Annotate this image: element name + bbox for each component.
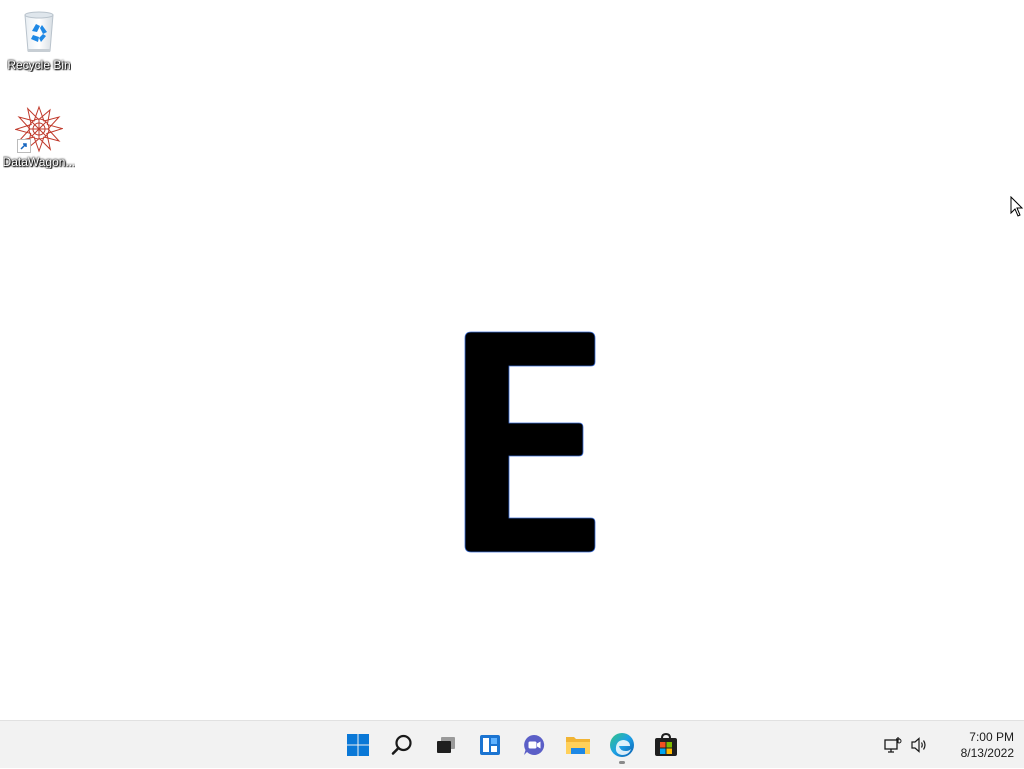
center-letter-e <box>463 330 597 554</box>
task-view-button[interactable] <box>426 725 466 765</box>
network-icon[interactable] <box>881 733 905 757</box>
widgets-button[interactable] <box>470 725 510 765</box>
windows-start-icon <box>347 734 369 756</box>
datawagon-icon <box>15 105 63 153</box>
start-button[interactable] <box>338 725 378 765</box>
clock-time: 7:00 PM <box>969 730 1014 744</box>
edge-button[interactable] <box>602 725 642 765</box>
taskbar-apps <box>336 721 688 769</box>
edge-running-indicator <box>619 761 625 764</box>
clock[interactable]: 7:00 PM 8/13/2022 <box>938 729 1014 761</box>
datawagon-label: DataWagon... <box>2 155 76 169</box>
system-tray: 7:00 PM 8/13/2022 <box>880 721 1024 769</box>
clock-date: 8/13/2022 <box>960 746 1014 760</box>
file-explorer-icon <box>566 737 590 754</box>
shortcut-arrow-icon <box>17 139 31 153</box>
store-icon <box>655 732 677 756</box>
taskbar: 7:00 PM 8/13/2022 <box>0 720 1024 768</box>
chat-icon <box>524 734 545 755</box>
show-desktop-button[interactable] <box>1018 721 1024 769</box>
letter-e-shape <box>464 331 596 553</box>
recycle-bin-shortcut[interactable]: Recycle Bin <box>0 8 78 72</box>
volume-icon[interactable] <box>907 733 931 757</box>
chat-button[interactable] <box>514 725 554 765</box>
datawagon-shortcut[interactable]: DataWagon... <box>0 105 78 169</box>
search-button[interactable] <box>382 725 422 765</box>
recycle-bin-label: Recycle Bin <box>7 58 71 72</box>
store-button[interactable] <box>646 725 686 765</box>
recycle-bin-icon <box>15 8 63 56</box>
widgets-icon <box>480 735 500 755</box>
file-explorer-button[interactable] <box>558 725 598 765</box>
mouse-cursor-icon <box>1010 195 1024 218</box>
task-view-icon <box>437 737 455 753</box>
search-icon <box>391 734 412 755</box>
edge-icon <box>610 733 634 757</box>
desktop: Recycle Bin DataWagon... <box>0 0 1024 720</box>
